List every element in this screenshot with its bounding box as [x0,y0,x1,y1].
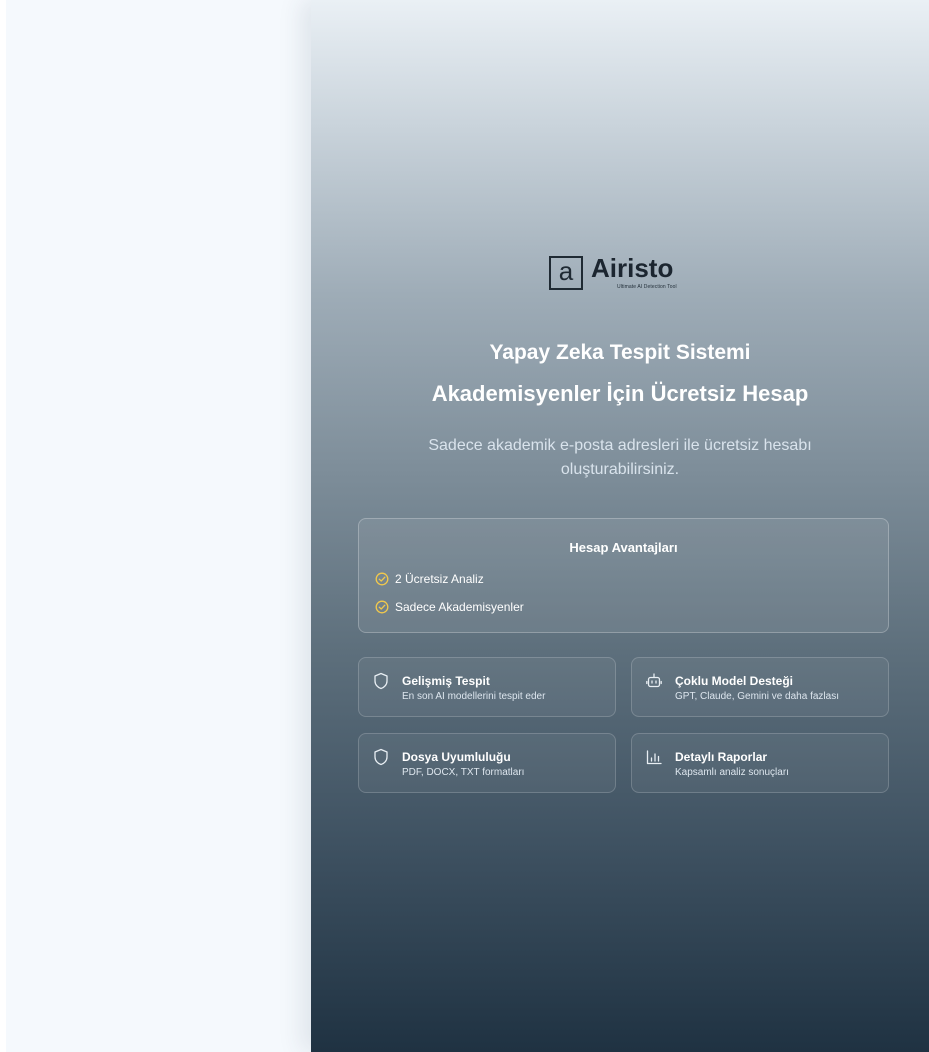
benefit-item: Sadece Akademisyenler [375,600,524,614]
brand-logo[interactable]: a Airisto Ultimate AI Detection Tool [549,254,677,290]
page: a Airisto Ultimate AI Detection Tool Yap… [0,0,929,1052]
check-circle-icon [375,600,389,614]
shield-icon [373,748,389,766]
info-panel: a Airisto Ultimate AI Detection Tool Yap… [311,0,929,1052]
feature-title: Gelişmiş Tespit [402,674,490,688]
feature-card-multi-model: Çoklu Model Desteği GPT, Claude, Gemini … [631,657,889,717]
feature-title: Dosya Uyumluluğu [402,750,511,764]
logo-letter: a [558,256,574,286]
brand-name: Airisto [591,253,674,283]
hero-title-line1: Yapay Zeka Tespit Sistemi [489,341,751,364]
bar-chart-icon [646,748,662,766]
feature-title: Detaylı Raporlar [675,750,768,764]
check-circle-icon [375,572,389,586]
logo-text: Airisto Ultimate AI Detection Tool [591,254,677,290]
hero-subtitle: Sadece akademik e-posta adresleri ile üc… [428,437,812,478]
benefit-label: 2 Ücretsiz Analiz [395,572,484,586]
feature-title: Çoklu Model Desteği [675,674,794,688]
robot-icon [646,672,662,690]
feature-desc: Kapsamlı analiz sonuçları [675,767,789,778]
left-form-pane [6,0,311,1052]
benefit-label: Sadece Akademisyenler [395,600,524,614]
brand-tagline: Ultimate AI Detection Tool [617,284,677,290]
hero-title-line2: Akademisyenler İçin Ücretsiz Hesap [431,381,809,406]
logo-mark-icon: a [549,256,583,290]
benefits-card: Hesap Avantajları 2 Ücretsiz Analiz Sade… [358,518,889,633]
feature-card-file-compatibility: Dosya Uyumluluğu PDF, DOCX, TXT formatla… [358,733,616,793]
feature-card-advanced-detection: Gelişmiş Tespit En son AI modellerini te… [358,657,616,717]
shield-icon [373,672,389,690]
feature-desc: En son AI modellerini tespit eder [402,691,546,702]
feature-desc: PDF, DOCX, TXT formatları [402,767,525,778]
benefits-title: Hesap Avantajları [569,540,678,555]
feature-desc: GPT, Claude, Gemini ve daha fazlası [675,691,839,702]
benefit-item: 2 Ücretsiz Analiz [375,572,484,586]
feature-card-detailed-reports: Detaylı Raporlar Kapsamlı analiz sonuçla… [631,733,889,793]
